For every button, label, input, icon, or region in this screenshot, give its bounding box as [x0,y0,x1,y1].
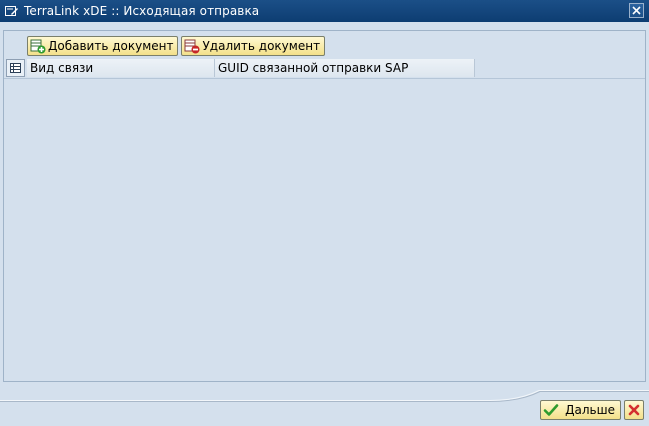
toolbar: Добавить документ Удалить документ [27,36,326,56]
column-header-link-type[interactable]: Вид связи [27,59,215,77]
column-header-sap-guid[interactable]: GUID связанной отправки SAP [215,59,475,77]
add-document-button[interactable]: Добавить документ [27,36,179,56]
add-row-icon [30,38,46,54]
checkmark-icon [543,402,559,418]
footer-buttons: Дальше [540,400,644,420]
add-document-label: Добавить документ [48,39,174,53]
window-title: TerraLink xDE :: Исходящая отправка [24,4,260,18]
remove-row-icon [184,38,200,54]
window-edit-icon [5,4,19,18]
cancel-icon [628,404,640,416]
select-all-button[interactable] [6,59,25,77]
close-icon [632,6,641,15]
select-all-icon [9,62,21,73]
next-label: Дальше [565,403,615,417]
table-header: Вид связи GUID связанной отправки SAP [4,58,645,79]
close-button[interactable] [629,3,644,18]
content-area: Добавить документ Удалить документ Вид с… [3,30,646,382]
remove-document-button[interactable]: Удалить документ [181,36,326,56]
title-bar: TerraLink xDE :: Исходящая отправка [0,0,649,22]
next-button[interactable]: Дальше [540,400,621,420]
dialog-window: TerraLink xDE :: Исходящая отправка Доба… [0,0,649,426]
remove-document-label: Удалить документ [202,39,321,53]
cancel-button[interactable] [624,400,644,420]
